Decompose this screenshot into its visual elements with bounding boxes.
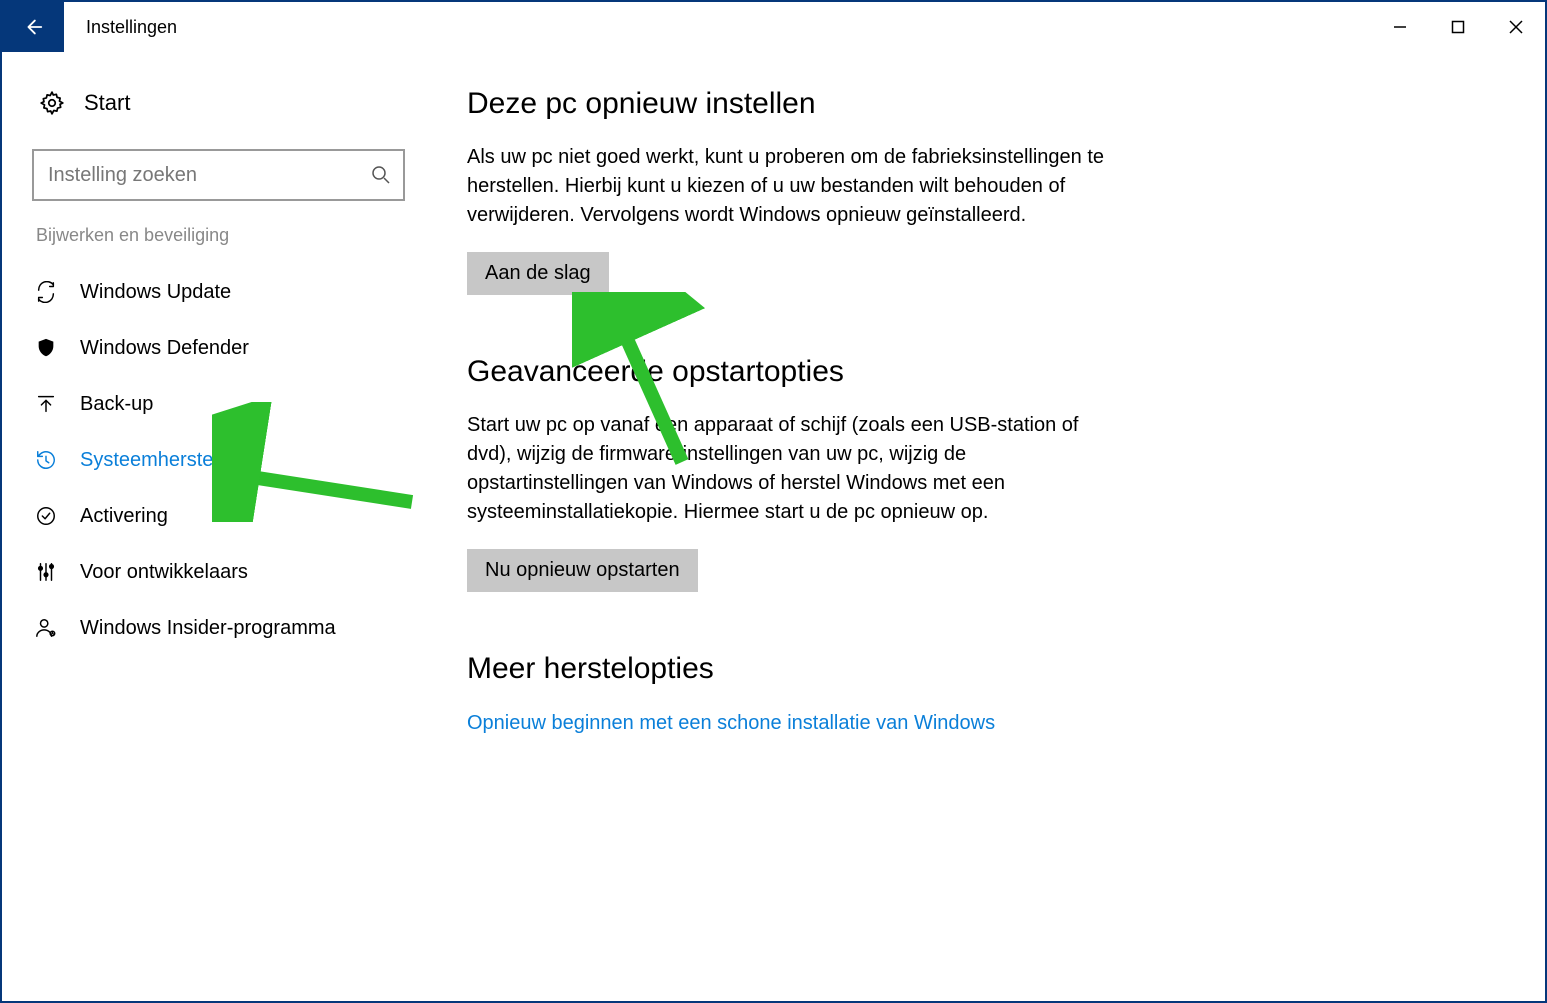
section-heading: Deze pc opnieuw instellen xyxy=(467,87,1107,121)
upload-icon xyxy=(26,393,66,415)
nav-item-activering[interactable]: Activering xyxy=(0,488,415,544)
nav-item-windows-insider[interactable]: Windows Insider-programma xyxy=(0,600,415,656)
nav-item-systeemherstel[interactable]: Systeemherstel xyxy=(0,432,415,488)
group-title: Bijwerken en beveiliging xyxy=(36,225,415,246)
title-bar-left: Instellingen xyxy=(2,2,177,52)
close-icon xyxy=(1509,20,1523,34)
sync-icon xyxy=(26,281,66,303)
gear-icon xyxy=(32,90,72,116)
person-icon xyxy=(26,617,66,639)
maximize-button[interactable] xyxy=(1429,2,1487,52)
nav-label: Back-up xyxy=(80,393,153,416)
nav-label: Windows Defender xyxy=(80,337,249,360)
section-body: Start uw pc op vanaf een apparaat of sch… xyxy=(467,411,1107,527)
nav-label: Systeemherstel xyxy=(80,449,218,472)
minimize-icon xyxy=(1393,20,1407,34)
nav-items: Windows Update Windows Defender Back-up xyxy=(22,264,415,656)
close-button[interactable] xyxy=(1487,2,1545,52)
sidebar: Start Bijwerken en beveiliging Windows U… xyxy=(2,53,427,1001)
window-controls xyxy=(1371,2,1545,52)
nav-item-windows-defender[interactable]: Windows Defender xyxy=(0,320,415,376)
get-started-button[interactable]: Aan de slag xyxy=(467,252,609,295)
settings-window: Instellingen Start xyxy=(0,0,1547,1003)
back-button[interactable] xyxy=(2,2,64,52)
content: Deze pc opnieuw instellen Als uw pc niet… xyxy=(427,53,1545,1001)
shield-icon xyxy=(26,337,66,359)
search-icon xyxy=(371,165,391,185)
search-box[interactable] xyxy=(32,149,405,201)
restart-now-button[interactable]: Nu opnieuw opstarten xyxy=(467,549,698,592)
nav-label: Windows Update xyxy=(80,281,231,304)
body: Start Bijwerken en beveiliging Windows U… xyxy=(2,53,1545,1001)
section-heading: Geavanceerde opstartopties xyxy=(467,355,1107,389)
nav-label: Voor ontwikkelaars xyxy=(80,561,248,584)
section-reset-pc: Deze pc opnieuw instellen Als uw pc niet… xyxy=(467,87,1107,295)
app-title: Instellingen xyxy=(86,17,177,38)
nav-item-windows-update[interactable]: Windows Update xyxy=(0,264,415,320)
nav-item-voor-ontwikkelaars[interactable]: Voor ontwikkelaars xyxy=(0,544,415,600)
home-row[interactable]: Start xyxy=(22,79,415,127)
home-label: Start xyxy=(84,90,130,116)
section-more-recovery: Meer herstelopties Opnieuw beginnen met … xyxy=(467,652,1107,738)
title-bar: Instellingen xyxy=(2,2,1545,53)
search-input[interactable] xyxy=(46,163,371,188)
tools-icon xyxy=(26,561,66,583)
nav-item-backup[interactable]: Back-up xyxy=(0,376,415,432)
check-circle-icon xyxy=(26,505,66,527)
history-icon xyxy=(26,449,66,471)
clean-install-link[interactable]: Opnieuw beginnen met een schone installa… xyxy=(467,708,1107,738)
nav-label: Windows Insider-programma xyxy=(80,617,336,640)
section-heading: Meer herstelopties xyxy=(467,652,1107,686)
section-advanced-startup: Geavanceerde opstartopties Start uw pc o… xyxy=(467,355,1107,592)
minimize-button[interactable] xyxy=(1371,2,1429,52)
section-body: Als uw pc niet goed werkt, kunt u prober… xyxy=(467,143,1107,230)
arrow-left-icon xyxy=(22,16,44,38)
nav-label: Activering xyxy=(80,505,168,528)
maximize-icon xyxy=(1451,20,1465,34)
